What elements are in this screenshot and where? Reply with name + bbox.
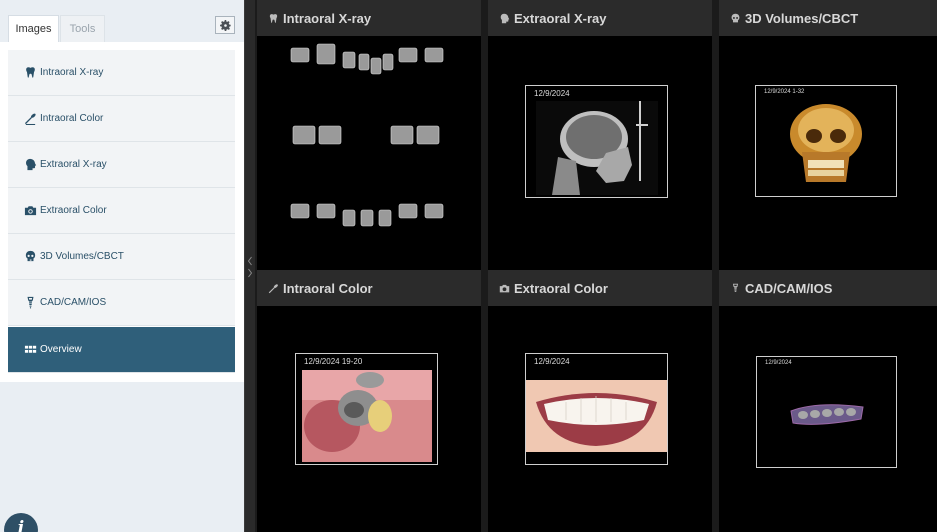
menu-item-3d-volumes[interactable]: 3D Volumes/CBCT — [8, 234, 235, 280]
image-card[interactable]: 12/9/2024 1-32 — [755, 85, 897, 197]
panel-title: Intraoral Color — [283, 280, 373, 296]
menu-item-label: Overview — [40, 344, 82, 355]
skull-icon — [23, 250, 37, 264]
image-card[interactable]: 12/9/2024 19-20 — [295, 353, 438, 465]
overview-grid: Intraoral X-ray Extraoral X-ray 12/9/202… — [255, 0, 937, 532]
menu-item-label: Extraoral X-ray — [40, 159, 107, 170]
menu-item-extraoral-color[interactable]: Extraoral Color — [8, 188, 235, 234]
implant-icon — [729, 282, 741, 294]
menu-item-cad-cam[interactable]: CAD/CAM/IOS — [8, 280, 235, 326]
panel-header: Extraoral Color — [488, 270, 712, 306]
smile-photo — [526, 380, 667, 452]
cephalometric-xray-image — [536, 101, 658, 195]
panel-splitter[interactable] — [244, 0, 255, 532]
menu-item-intraoral-xray[interactable]: Intraoral X-ray — [8, 50, 235, 96]
panel-extraoral-xray[interactable]: Extraoral X-ray 12/9/2024 — [488, 0, 712, 270]
menu-item-label: Intraoral X-ray — [40, 67, 104, 78]
panel-title: Extraoral Color — [514, 280, 608, 296]
tooth-icon — [267, 12, 279, 24]
dental-mirror-icon — [267, 282, 279, 294]
tab-bar: Images Tools — [0, 0, 244, 42]
panel-title: 3D Volumes/CBCT — [745, 10, 859, 26]
settings-button[interactable] — [215, 16, 235, 34]
intraoral-scan-model — [790, 404, 864, 425]
menu-item-intraoral-color[interactable]: Intraoral Color — [8, 96, 235, 142]
category-menu: Intraoral X-ray Intraoral Color Extraora… — [0, 42, 244, 382]
info-button[interactable]: i — [4, 513, 38, 532]
panel-title: CAD/CAM/IOS — [745, 280, 833, 296]
implant-icon — [23, 296, 37, 310]
camera-icon — [498, 282, 510, 294]
tab-images[interactable]: Images — [8, 15, 59, 42]
menu-item-label: Intraoral Color — [40, 113, 104, 124]
grid-icon — [23, 343, 37, 357]
panel-intraoral-xray[interactable]: Intraoral X-ray — [257, 0, 481, 270]
panel-extraoral-color[interactable]: Extraoral Color 12/9/2024 — [488, 270, 712, 532]
panel-header: 3D Volumes/CBCT — [719, 0, 937, 36]
dental-mirror-icon — [23, 112, 37, 126]
panel-header: Intraoral Color — [257, 270, 481, 306]
panel-title: Intraoral X-ray — [283, 10, 372, 26]
panel-3d-volumes[interactable]: 3D Volumes/CBCT 12/9/2024 1-32 — [719, 0, 937, 270]
image-card[interactable]: 12/9/2024 — [525, 353, 668, 465]
image-date: 12/9/2024 — [765, 360, 792, 366]
image-date: 12/9/2024 — [534, 89, 570, 98]
image-card[interactable]: 12/9/2024 — [525, 85, 668, 198]
panel-cad-cam[interactable]: CAD/CAM/IOS 12/9/2024 — [719, 270, 937, 532]
menu-item-label: Extraoral Color — [40, 205, 107, 216]
intraoral-photo — [302, 370, 432, 462]
panel-header: Extraoral X-ray — [488, 0, 712, 36]
panel-title: Extraoral X-ray — [514, 10, 607, 26]
skull-icon — [729, 12, 741, 24]
head-profile-icon — [23, 158, 37, 172]
panel-header: CAD/CAM/IOS — [719, 270, 937, 306]
menu-item-label: CAD/CAM/IOS — [40, 297, 107, 308]
gear-icon — [219, 19, 231, 31]
info-icon: i — [17, 518, 25, 532]
menu-item-label: 3D Volumes/CBCT — [40, 251, 124, 262]
image-card[interactable]: 12/9/2024 — [756, 356, 897, 468]
sidebar: Images Tools Intraoral X-ray Intraoral C… — [0, 0, 244, 532]
menu-item-overview[interactable]: Overview — [8, 327, 235, 373]
image-date: 12/9/2024 — [534, 357, 570, 366]
tooth-icon — [23, 66, 37, 80]
collapse-handle-icon[interactable] — [248, 255, 252, 279]
panel-intraoral-color[interactable]: Intraoral Color 12/9/2024 19-20 — [257, 270, 481, 532]
cbct-skull-render — [790, 104, 862, 182]
panel-header: Intraoral X-ray — [257, 0, 481, 36]
camera-icon — [23, 204, 37, 218]
head-profile-icon — [498, 12, 510, 24]
xray-series-thumbnail[interactable] — [257, 36, 481, 270]
image-date: 12/9/2024 1-32 — [764, 89, 805, 95]
menu-item-extraoral-xray[interactable]: Extraoral X-ray — [8, 142, 235, 188]
image-date: 12/9/2024 19-20 — [304, 357, 363, 366]
tab-tools[interactable]: Tools — [60, 15, 105, 42]
